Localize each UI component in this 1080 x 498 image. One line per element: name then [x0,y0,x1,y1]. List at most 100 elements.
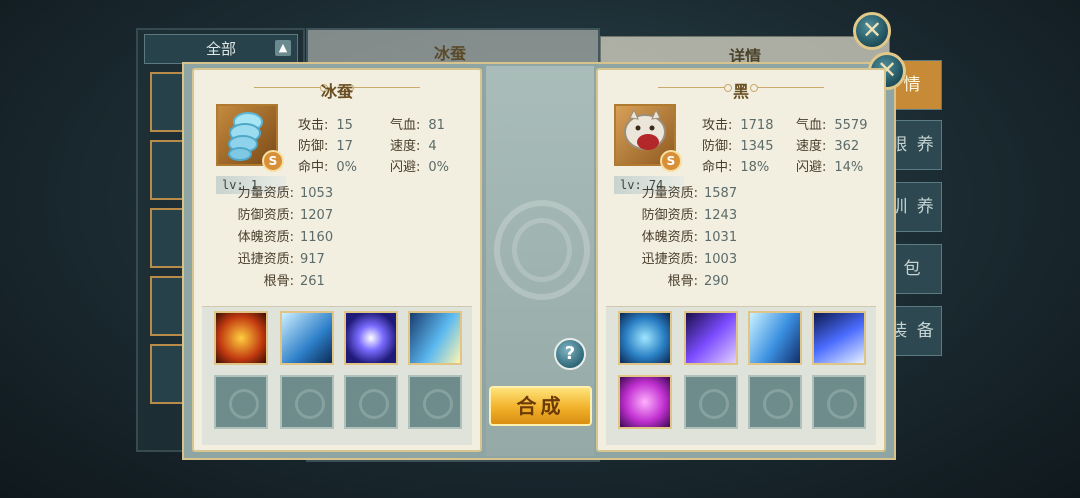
attr-value: 1160 [300,230,334,245]
attr-label: 力量资质: [237,186,294,201]
stat-value: 5579 [834,118,868,133]
empty-skill-slot[interactable] [214,375,268,429]
attr-physique: 体魄资质: 1031 [626,226,737,245]
stat-value: 1718 [740,118,774,133]
attr-value: 1243 [704,208,738,223]
empty-skill-slot[interactable] [344,375,398,429]
stat-hp: 气血: 5579 [796,114,867,133]
stat-speed: 速度: 362 [796,135,859,154]
stat-attack: 攻击: 15 [298,114,353,133]
stat-value: 0% [428,160,450,175]
attr-root: 根骨: 290 [626,270,729,289]
stat-label: 命中: [298,160,329,175]
right-pet-portrait[interactable]: S [614,104,682,172]
attr-value: 1207 [300,208,334,223]
stat-label: 攻击: [298,118,329,133]
attr-value: 290 [704,274,729,289]
stat-hit: 命中: 18% [702,156,769,175]
arcane-orb-icon[interactable] [344,311,398,365]
chevron-up-icon: ▲ [275,40,291,56]
left-pet-panel: 冰蚕 S lv: 1 攻击: 15 气血: 81 防御: 17 速度: 4 命中: 0% … [192,68,482,452]
stat-label: 气血: [796,118,827,133]
empty-skill-slot[interactable] [280,375,334,429]
stat-value: 362 [834,139,860,154]
stat-label: 防御: [702,139,733,154]
pet-list-item[interactable] [150,140,186,200]
stat-value: 81 [428,118,445,133]
ice-lightning-icon[interactable] [280,311,334,365]
stat-hp: 气血: 81 [390,114,445,133]
help-button[interactable]: ? [554,338,586,370]
attr-label: 体魄资质: [641,230,698,245]
attr-root: 根骨: 261 [222,270,325,289]
attr-value: 1587 [704,186,738,201]
fire-orb-icon[interactable] [214,311,268,365]
stat-dodge: 闪避: 14% [796,156,863,175]
stat-value: 15 [336,118,353,133]
claw-slash-icon[interactable] [812,311,866,365]
stat-speed: 速度: 4 [390,135,437,154]
left-skill-grid [202,306,472,445]
void-slash-icon[interactable] [684,311,738,365]
pet-list-item[interactable] [150,208,186,268]
stat-value: 0% [336,160,358,175]
attr-agility: 迅捷资质: 1003 [626,248,737,267]
attr-physique: 体魄资质: 1160 [222,226,333,245]
stat-defense: 防御: 1345 [702,135,773,154]
stat-defense: 防御: 17 [298,135,353,154]
background-center-title: 冰蚕 [434,44,467,63]
stat-value: 4 [428,139,437,154]
empty-skill-slot[interactable] [812,375,866,429]
pet-list-item[interactable] [150,276,186,336]
grade-badge: S [262,150,284,172]
empty-skill-slot[interactable] [408,375,462,429]
stat-value: 1345 [740,139,774,154]
attr-label: 迅捷资质: [641,252,698,267]
stat-label: 命中: [702,160,733,175]
stat-label: 气血: [390,118,421,133]
attr-value: 1053 [300,186,334,201]
purple-shield-icon[interactable] [618,375,672,429]
left-pet-name: 冰蚕 [320,82,353,101]
stat-label: 闪避: [390,160,421,175]
crossed-shield-icon[interactable] [618,311,672,365]
attr-value: 1003 [704,252,738,267]
dash-arrows-icon[interactable] [748,311,802,365]
dragon-emblem-inner [512,218,572,282]
right-skill-grid [606,306,876,445]
empty-skill-slot[interactable] [684,375,738,429]
compose-button[interactable]: 合成 [489,386,592,426]
right-pet-panel: 黑 S lv: 74 攻击: 1718 气血: 5579 防御: 1345 速度: 36… [596,68,886,452]
attr-agility: 迅捷资质: 917 [222,248,325,267]
attr-label: 根骨: [263,274,294,289]
attr-label: 根骨: [667,274,698,289]
attr-strength: 力量资质: 1053 [222,182,333,201]
stat-value: 14% [834,160,864,175]
attr-label: 力量资质: [641,186,698,201]
attr-defense: 防御资质: 1207 [222,204,333,223]
stat-hit: 命中: 0% [298,156,357,175]
attr-value: 261 [300,274,325,289]
stat-dodge: 闪避: 0% [390,156,449,175]
empty-skill-slot[interactable] [748,375,802,429]
filter-dropdown[interactable]: 全部 ▲ [144,34,298,64]
attr-label: 体魄资质: [237,230,294,245]
stat-attack: 攻击: 1718 [702,114,773,133]
stat-label: 速度: [390,139,421,154]
stat-label: 速度: [796,139,827,154]
attr-label: 防御资质: [237,208,294,223]
left-pet-portrait[interactable]: S [216,104,284,172]
attr-value: 1031 [704,230,738,245]
stat-value: 18% [740,160,770,175]
attr-label: 迅捷资质: [237,252,294,267]
pet-list-item[interactable] [150,344,186,404]
background-close-button[interactable]: ✕ [853,12,891,50]
stat-label: 闪避: [796,160,827,175]
stat-label: 攻击: [702,118,733,133]
attr-value: 917 [300,252,325,267]
right-pet-name: 黑 [732,82,749,101]
attr-label: 防御资质: [641,208,698,223]
pet-list-item[interactable] [150,72,186,132]
stat-label: 防御: [298,139,329,154]
moon-blade-icon[interactable] [408,311,462,365]
